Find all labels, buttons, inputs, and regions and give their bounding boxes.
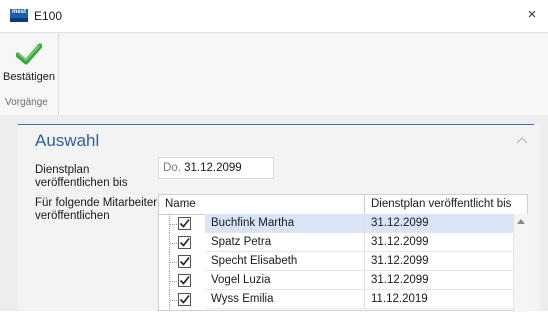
column-header-name[interactable]: Name [159, 195, 365, 214]
publish-until-label: Dienstplan veröffentlichen bis [35, 164, 128, 189]
checkbox[interactable] [178, 255, 191, 268]
column-header-published-until[interactable]: Dienstplan veröffentlicht bis [365, 195, 513, 214]
cell-name: Specht Elisabeth [205, 252, 365, 271]
publish-day: Do. [163, 162, 181, 174]
app-logo-icon: mest [10, 9, 28, 22]
checkbox[interactable] [178, 274, 191, 287]
ribbon-group-label: Vorgänge [5, 97, 48, 108]
employee-grid: Name Dienstplan veröffentlicht bis Buchf… [158, 194, 528, 312]
section-title: Auswahl [35, 131, 100, 150]
checkbox[interactable] [178, 293, 191, 306]
title-bar: mest E100 × [0, 0, 548, 32]
table-row[interactable]: Specht Elisabeth 31.12.2099 [159, 252, 513, 271]
ribbon: Bestätigen Vorgänge [0, 32, 548, 116]
window-title: E100 [34, 9, 63, 23]
cell-name: Vogel Luzia [205, 271, 365, 290]
close-button[interactable]: × [522, 5, 542, 25]
green-check-icon [16, 43, 42, 65]
table-row[interactable]: Vogel Luzia 31.12.2099 [159, 271, 513, 290]
section-divider [18, 124, 534, 125]
cell-published-until: 31.12.2099 [365, 233, 513, 252]
cell-name: Wyss Emilia [205, 290, 365, 309]
checkbox[interactable] [178, 236, 191, 249]
publish-date-value: 31.12.2099 [184, 162, 242, 174]
confirm-button-label: Bestätigen [3, 71, 55, 83]
cell-published-until: 31.12.2099 [365, 252, 513, 271]
grid-header: Name Dienstplan veröffentlicht bis [159, 195, 527, 215]
chevron-up-icon[interactable] [516, 137, 528, 144]
scroll-up-icon[interactable] [517, 219, 525, 224]
cell-published-until: 31.12.2099 [365, 214, 513, 233]
publish-date-input[interactable]: Do. 31.12.2099 [158, 157, 274, 179]
confirm-button[interactable]: Bestätigen [3, 39, 55, 89]
cell-name: Spatz Petra [205, 233, 365, 252]
cell-published-until: 31.12.2099 [365, 271, 513, 290]
table-row[interactable]: Spatz Petra 31.12.2099 [159, 233, 513, 252]
table-row[interactable]: Buchfink Martha 31.12.2099 [159, 214, 513, 233]
cell-name: Buchfink Martha [205, 214, 365, 233]
ribbon-group-vorgaenge: Bestätigen Vorgänge [0, 33, 59, 115]
cell-published-until: 11.12.2019 [365, 290, 513, 309]
checkbox[interactable] [178, 217, 191, 230]
employees-label: Für folgende Mitarbeiter veröffentlichen [35, 197, 158, 222]
table-row[interactable]: Wyss Emilia 11.12.2019 [159, 290, 513, 309]
vertical-scrollbar[interactable] [513, 214, 528, 312]
